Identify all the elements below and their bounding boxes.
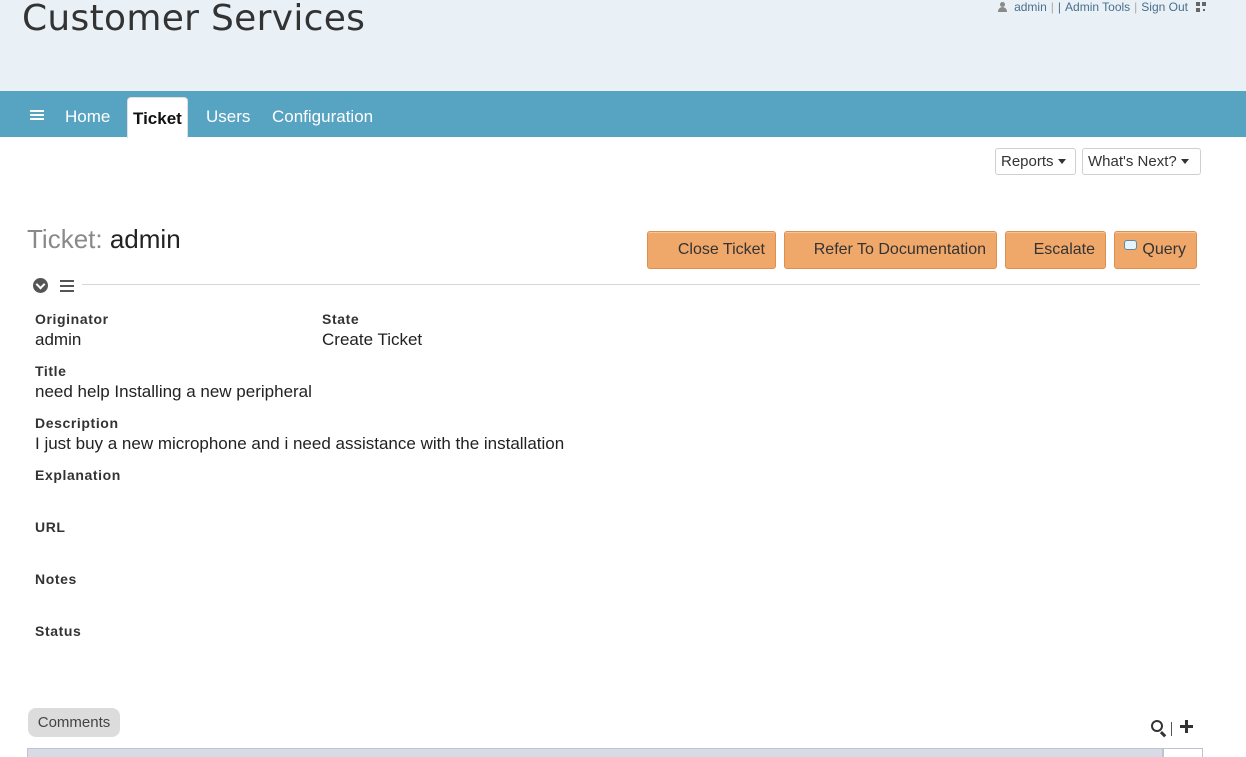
caret-down-icon	[1057, 159, 1066, 164]
sign-out-link[interactable]: Sign Out	[1141, 0, 1188, 14]
admin-tools-link[interactable]: Admin Tools	[1065, 0, 1130, 14]
ticket-heading-value: admin	[109, 224, 181, 254]
close-ticket-label: Close Ticket	[677, 241, 765, 258]
speech-bubble-icon	[1124, 240, 1138, 250]
ticket-heading-label: Ticket:	[27, 224, 103, 254]
person-icon	[998, 2, 1008, 12]
refer-to-documentation-button[interactable]: Refer To Documentation	[784, 231, 997, 269]
app-header: Customer Services admin | | Admin Tools …	[0, 0, 1246, 91]
nav-configuration[interactable]: Configuration	[272, 107, 373, 127]
comments-table-header-end	[1163, 748, 1203, 757]
user-links: admin | | Admin Tools | Sign Out	[998, 0, 1206, 14]
empty-link: |	[1057, 0, 1062, 14]
status-label: Status	[35, 623, 82, 639]
description-value: I just buy a new microphone and i need a…	[35, 434, 565, 453]
reports-label: Reports	[1001, 153, 1054, 170]
refer-label: Refer To Documentation	[813, 241, 986, 258]
comments-table-header	[27, 748, 1163, 757]
notes-label: Notes	[35, 571, 77, 587]
comments-tab[interactable]: Comments	[28, 708, 120, 737]
reports-dropdown[interactable]: Reports	[995, 148, 1076, 175]
page-title: Ticket: admin	[27, 224, 181, 255]
list-icon[interactable]	[60, 280, 74, 292]
state-label: State	[322, 311, 360, 327]
escalate-label: Escalate	[1033, 241, 1095, 258]
app-title: Customer Services	[22, 0, 366, 39]
escalate-button[interactable]: Escalate	[1005, 231, 1106, 269]
explanation-label: Explanation	[35, 467, 121, 483]
caret-down-icon	[1180, 159, 1189, 164]
main-navbar: Home Ticket Users Configuration	[0, 91, 1246, 138]
search-icon[interactable]	[1151, 720, 1163, 732]
title-value: need help Installing a new peripheral	[35, 382, 312, 401]
originator-value: admin	[35, 330, 82, 349]
description-label: Description	[35, 415, 119, 431]
section-divider	[82, 284, 1200, 285]
nav-ticket[interactable]: Ticket	[127, 97, 188, 138]
icon-separator	[1171, 722, 1172, 736]
query-button[interactable]: Query	[1114, 231, 1197, 269]
query-label: Query	[1142, 241, 1186, 258]
nav-home[interactable]: Home	[65, 107, 110, 127]
title-label: Title	[35, 363, 67, 379]
close-ticket-button[interactable]: Close Ticket	[647, 231, 776, 269]
whats-next-label: What's Next?	[1088, 153, 1177, 170]
qr-code-icon[interactable]	[1196, 2, 1206, 12]
user-link[interactable]: admin	[1014, 0, 1047, 14]
url-label: URL	[35, 519, 66, 535]
chevron-circle-down-icon[interactable]	[33, 278, 48, 293]
originator-label: Originator	[35, 311, 109, 327]
plus-icon[interactable]	[1180, 720, 1193, 733]
whats-next-dropdown[interactable]: What's Next?	[1082, 148, 1201, 175]
hamburger-menu-icon[interactable]	[30, 110, 44, 120]
state-value: Create Ticket	[322, 330, 423, 349]
link-separator: |	[1134, 0, 1138, 14]
link-separator: |	[1050, 0, 1054, 14]
nav-users[interactable]: Users	[206, 107, 250, 127]
